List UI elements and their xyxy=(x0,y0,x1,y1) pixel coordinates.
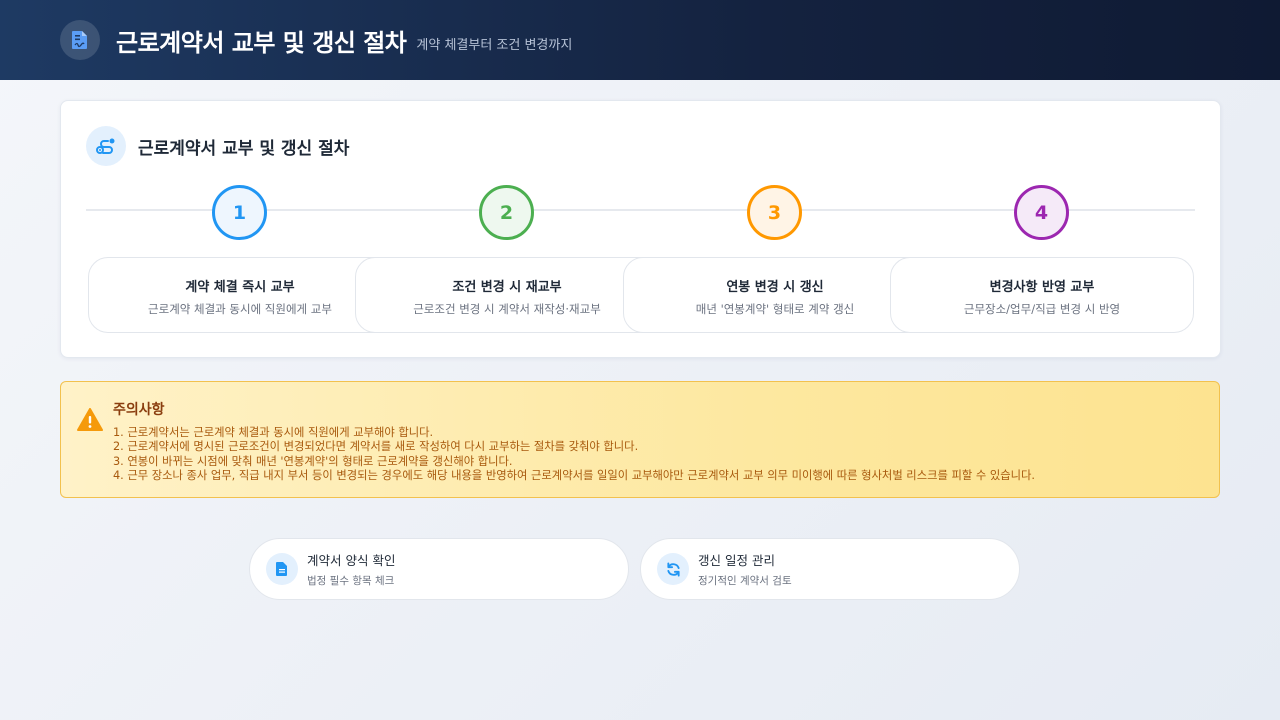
step-3-number: 3 xyxy=(747,185,802,240)
check-contract-form-button[interactable]: 계약서 양식 확인 법정 필수 항목 체크 xyxy=(249,538,629,600)
refresh-icon xyxy=(657,553,689,585)
notice-title: 주의사항 xyxy=(113,402,165,418)
procedure-card: 근로계약서 교부 및 갱신 절차 1 2 3 4 계약 체결 즉시 교부 근로계… xyxy=(60,100,1221,358)
contract-document-icon xyxy=(60,20,100,60)
action-1-subtitle: 법정 필수 항목 체크 xyxy=(307,575,395,587)
step-1-number: 1 xyxy=(212,185,267,240)
notice-item-1: 1. 근로계약서는 근로계약 체결과 동시에 직원에게 교부해야 합니다. xyxy=(113,426,434,439)
action-1-text: 계약서 양식 확인 법정 필수 항목 체크 xyxy=(307,550,395,588)
step-3-card: 연봉 변경 시 갱신 매년 '연봉계약' 형태로 계약 갱신 xyxy=(623,257,927,333)
step-4-title: 변경사항 반영 교부 xyxy=(989,280,1095,295)
caution-notice: 주의사항 1. 근로계약서는 근로계약 체결과 동시에 직원에게 교부해야 합니… xyxy=(60,381,1220,498)
step-3-title: 연봉 변경 시 갱신 xyxy=(726,280,824,295)
warning-icon xyxy=(77,408,103,436)
step-2-title: 조건 변경 시 재교부 xyxy=(452,280,562,295)
action-1-title: 계약서 양식 확인 xyxy=(307,553,396,568)
manage-renewal-schedule-button[interactable]: 갱신 일정 관리 정기적인 계약서 검토 xyxy=(640,538,1020,600)
action-2-subtitle: 정기적인 계약서 검토 xyxy=(698,575,792,587)
step-4-description: 근무장소/업무/직급 변경 시 반영 xyxy=(963,302,1121,316)
step-1-card: 계약 체결 즉시 교부 근로계약 체결과 동시에 직원에게 교부 xyxy=(88,257,392,333)
step-1-title: 계약 체결 즉시 교부 xyxy=(185,280,295,295)
file-icon xyxy=(266,553,298,585)
step-2-number: 2 xyxy=(479,185,534,240)
notice-item-4: 4. 근무 장소나 종사 업무, 직급 내지 부서 등이 변경되는 경우에도 해… xyxy=(113,468,1035,482)
page-header: 근로계약서 교부 및 갱신 절차 계약 체결부터 조건 변경까지 xyxy=(0,0,1280,80)
route-icon xyxy=(86,126,126,166)
notice-list: 1. 근로계약서는 근로계약 체결과 동시에 직원에게 교부해야 합니다. 2.… xyxy=(113,426,1035,483)
step-4-card: 변경사항 반영 교부 근무장소/업무/직급 변경 시 반영 xyxy=(890,257,1194,333)
notice-item-3: 3. 연봉이 바뀌는 시점에 맞춰 매년 '연봉계약'의 형태로 근로계약을 갱… xyxy=(113,454,513,468)
step-2-card: 조건 변경 시 재교부 근로조건 변경 시 계약서 재작성·재교부 xyxy=(355,257,659,333)
procedure-title: 근로계약서 교부 및 갱신 절차 xyxy=(138,138,350,159)
step-3-description: 매년 '연봉계약' 형태로 계약 갱신 xyxy=(695,302,855,316)
step-4-number: 4 xyxy=(1014,185,1069,240)
action-2-text: 갱신 일정 관리 정기적인 계약서 검토 xyxy=(698,550,792,588)
notice-item-2: 2. 근로계약서에 명시된 근로조건이 변경되었다면 계약서를 새로 작성하여 … xyxy=(113,440,639,454)
step-1-description: 근로계약 체결과 동시에 직원에게 교부 xyxy=(148,302,332,316)
page-title: 근로계약서 교부 및 갱신 절차 xyxy=(116,28,407,57)
action-2-title: 갱신 일정 관리 xyxy=(698,553,775,568)
page-subtitle: 계약 체결부터 조건 변경까지 xyxy=(416,37,573,53)
step-2-description: 근로조건 변경 시 계약서 재작성·재교부 xyxy=(413,302,601,316)
procedure-card-header: 근로계약서 교부 및 갱신 절차 xyxy=(86,126,349,166)
